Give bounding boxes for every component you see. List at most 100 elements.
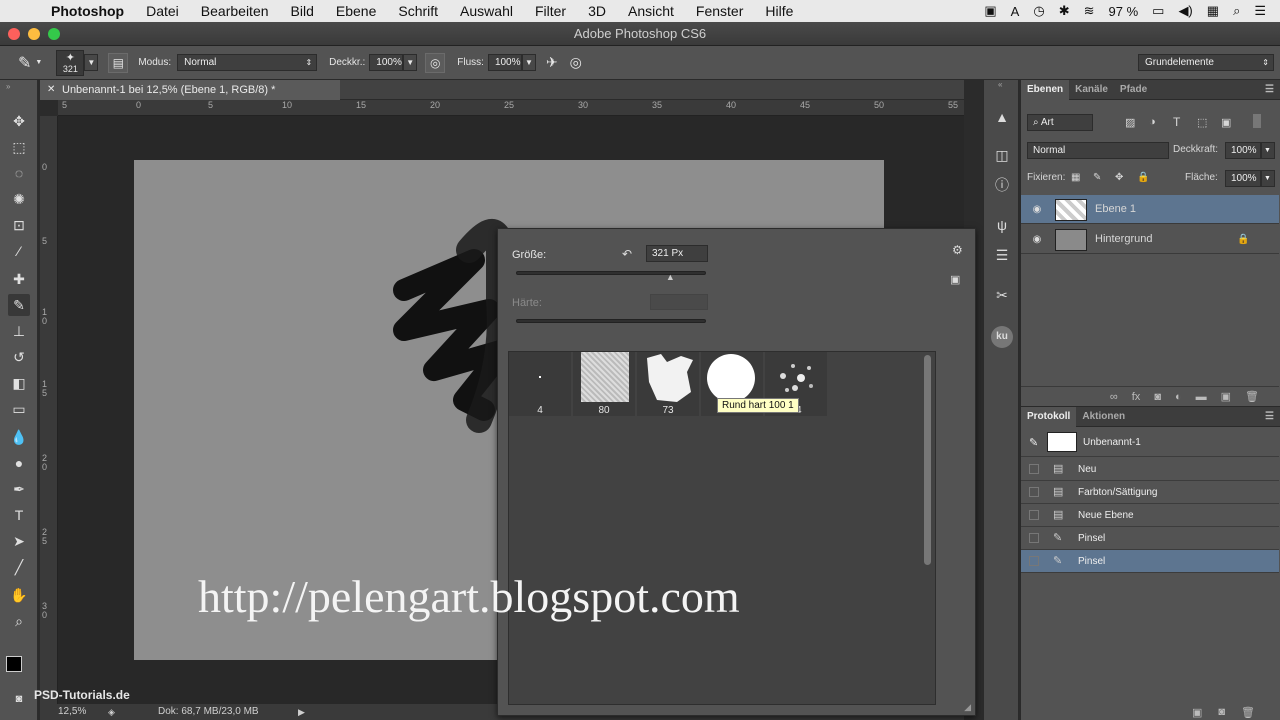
foreground-color-swatch[interactable] [6,656,22,672]
panel-menu-icon[interactable]: ☰ [1265,411,1280,422]
size-slider[interactable] [516,271,706,275]
clone-stamp-tool-icon[interactable]: ⊥ [8,320,30,342]
size-slider-thumb[interactable]: ▲ [666,272,675,282]
lock-all-icon[interactable]: 🔒 [1137,172,1149,183]
menu-filter[interactable]: Filter [524,3,577,19]
history-step[interactable]: ✎ Pinsel [1021,527,1279,550]
history-source-checkbox[interactable] [1029,533,1039,543]
menu-auswahl[interactable]: Auswahl [449,3,524,19]
eye-icon[interactable]: ◉ [1029,225,1045,254]
panel-menu-icon[interactable]: ☰ [1265,84,1280,95]
filter-shape-icon[interactable]: ⬚ [1197,116,1207,129]
workspace-select[interactable]: Grundelemente ⇕ [1138,54,1274,71]
filter-smart-object-icon[interactable]: ▣ [1221,116,1231,129]
zoom-window-button[interactable] [48,28,60,40]
brush-panel-icon[interactable]: ψ [991,214,1013,236]
airbrush-icon[interactable]: ✈ [546,54,558,71]
move-tool-icon[interactable]: ✥ [8,110,30,132]
minimize-window-button[interactable] [28,28,40,40]
trash-icon[interactable]: 🗑 [1245,390,1259,403]
filter-pixel-icon[interactable]: ▨ [1125,116,1135,129]
history-step[interactable]: ▤ Neu [1021,458,1279,481]
brush-tool-icon[interactable]: ✎ [8,294,30,316]
close-tab-icon[interactable]: ✕ [47,80,55,100]
menu-ebene[interactable]: Ebene [325,3,387,19]
brush-picker-arrow[interactable]: ▼ [84,54,99,71]
path-selection-tool-icon[interactable]: ➤ [8,530,30,552]
history-step-selected[interactable]: ✎ Pinsel [1021,550,1279,573]
magic-wand-tool-icon[interactable]: ✺ [8,188,30,210]
layer-opacity-input[interactable]: 100% [1225,142,1261,159]
layer-opacity-dropdown[interactable]: ▼ [1261,142,1275,159]
history-brush-tool-icon[interactable]: ↺ [8,346,30,368]
line-tool-icon[interactable]: ╱ [8,556,30,578]
brush-tool-preset-icon[interactable]: ✎ [18,53,31,73]
quick-mask-icon[interactable]: ◙ [8,688,30,710]
new-group-icon[interactable]: ▬ [1196,391,1207,403]
menu-app[interactable]: Photoshop [40,3,135,19]
eraser-tool-icon[interactable]: ◧ [8,372,30,394]
kuler-icon[interactable]: ku [991,326,1013,348]
preset-list-scrollbar[interactable] [924,355,931,565]
brush-preset-80[interactable]: 80 [573,352,635,416]
opacity-input[interactable]: 100% [369,54,404,71]
histogram-icon[interactable]: ▲ [991,106,1013,128]
crop-tool-icon[interactable]: ⊡ [8,214,30,236]
new-preset-icon[interactable]: ▣ [950,273,960,286]
volume-icon[interactable]: ◀) [1178,3,1192,19]
brush-preset-73[interactable]: 73 [637,352,699,416]
layer-row-ebene-1[interactable]: ◉ Ebene 1 [1021,195,1279,224]
history-source-checkbox[interactable] [1029,487,1039,497]
hardness-input[interactable] [650,294,708,310]
link-layers-icon[interactable]: ∞ [1110,391,1118,403]
hardness-slider[interactable] [516,319,706,323]
layer-row-hintergrund[interactable]: ◉ Hintergrund 🔒 [1021,225,1279,254]
lock-position-icon[interactable]: ✥ [1115,172,1123,183]
history-step[interactable]: ▤ Farbton/Sättigung [1021,481,1279,504]
add-mask-icon[interactable]: ◙ [1154,391,1161,403]
notification-icon[interactable]: ☰ [1254,3,1266,19]
type-tool-icon[interactable]: T [8,504,30,526]
collapse-dock-icon[interactable]: « [998,80,1002,89]
dodge-tool-icon[interactable]: ● [8,452,30,474]
zoom-tool-icon[interactable]: ⌕ [8,610,30,632]
pen-tool-icon[interactable]: ✒ [8,478,30,500]
layer-filter-select[interactable]: ⌕ Art [1027,114,1093,131]
marquee-tool-icon[interactable]: ⬚ [8,136,30,158]
history-source-checkbox[interactable] [1029,510,1039,520]
wifi-icon[interactable]: ≋ [1084,3,1095,19]
filter-type-icon[interactable]: T [1173,115,1180,129]
battery-icon[interactable]: ▭ [1152,3,1164,19]
pressure-opacity-icon[interactable]: ◎ [425,52,446,73]
snapshot-camera-icon[interactable]: ◙ [1218,706,1225,718]
menu-fenster[interactable]: Fenster [685,3,754,19]
menu-hilfe[interactable]: Hilfe [754,3,804,19]
time-machine-icon[interactable]: ◷ [1033,3,1044,19]
history-snapshot[interactable]: ✎ Unbenannt-1 [1021,429,1279,457]
tab-kanaele[interactable]: Kanäle [1069,80,1114,100]
tool-presets-icon[interactable]: ✂ [991,284,1013,306]
filter-adjustment-icon[interactable]: ◑ [1149,116,1156,128]
adobe-icon[interactable]: A [1011,4,1020,19]
document-tab[interactable]: ✕ Unbenannt-1 bei 12,5% (Ebene 1, RGB/8)… [40,80,340,100]
zoom-level[interactable]: 12,5% [58,704,86,720]
spotlight-icon[interactable]: ⌕ [1233,3,1240,19]
blend-mode-select[interactable]: Normal [1027,142,1169,159]
blur-tool-icon[interactable]: 💧 [8,426,30,448]
menu-ansicht[interactable]: Ansicht [617,3,685,19]
menu-datei[interactable]: Datei [135,3,190,19]
calendar-icon[interactable]: ▦ [1207,3,1219,19]
fill-input[interactable]: 100% [1225,170,1261,187]
filter-toggle[interactable] [1253,114,1261,128]
lock-pixels-icon[interactable]: ✎ [1093,172,1101,183]
tab-protokoll[interactable]: Protokoll [1021,406,1077,427]
flow-dropdown[interactable]: ▼ [521,54,536,71]
info-icon[interactable]: ⓘ [991,174,1013,196]
history-source-checkbox[interactable] [1029,464,1039,474]
tab-pfade[interactable]: Pfade [1114,80,1153,100]
reset-size-icon[interactable]: ↶ [622,247,632,261]
opacity-dropdown[interactable]: ▼ [403,54,418,71]
size-input[interactable]: 321 Px [646,245,708,262]
healing-brush-tool-icon[interactable]: ✚ [8,268,30,290]
gradient-tool-icon[interactable]: ▭ [8,398,30,420]
